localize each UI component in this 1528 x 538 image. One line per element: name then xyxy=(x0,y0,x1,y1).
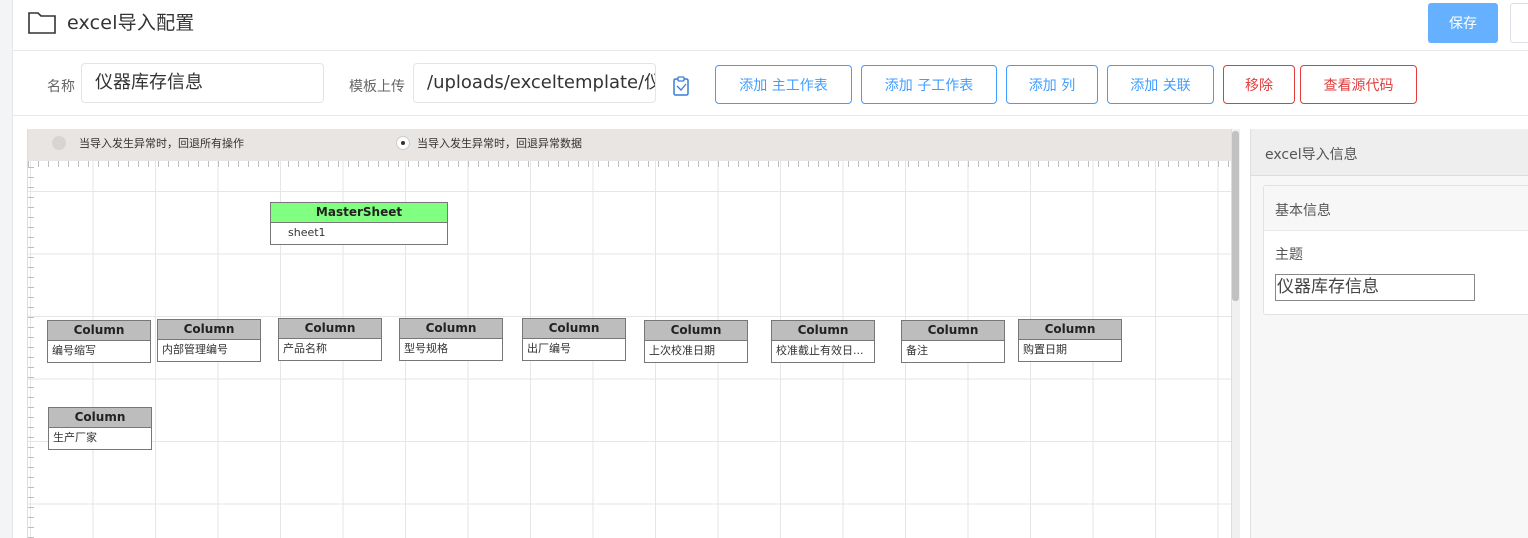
canvas-ruler-top xyxy=(28,161,1231,167)
column-node[interactable]: Column 型号规格 xyxy=(399,318,503,361)
remove-button[interactable]: 移除 xyxy=(1223,65,1295,104)
column-node[interactable]: Column 内部管理编号 xyxy=(157,319,261,362)
panel-title: excel导入信息 xyxy=(1265,147,1358,163)
rollback-error-radio[interactable] xyxy=(396,136,410,150)
column-node-name: 内部管理编号 xyxy=(162,343,228,356)
column-node-header: Column xyxy=(523,319,625,339)
master-sheet-header: MasterSheet xyxy=(271,203,447,223)
rollback-options-bar: 当导入发生异常时，回退所有操作 当导入发生异常时，回退异常数据 xyxy=(28,129,1240,161)
name-input[interactable]: 仪器库存信息 xyxy=(81,63,324,103)
page-header: excel导入配置 保存 xyxy=(12,0,1528,51)
column-node-name: 购置日期 xyxy=(1023,343,1067,356)
rollback-all-radio[interactable] xyxy=(52,136,66,150)
column-node[interactable]: Column 购置日期 xyxy=(1018,319,1122,362)
add-column-button[interactable]: 添加 列 xyxy=(1006,65,1098,104)
page-title: excel导入配置 xyxy=(67,12,195,34)
column-node-name: 备注 xyxy=(906,344,928,357)
column-node-header: Column xyxy=(279,319,381,339)
section-header: 基本信息 xyxy=(1264,186,1528,231)
column-node-header: Column xyxy=(902,321,1004,341)
panel-header: excel导入信息 xyxy=(1251,129,1528,176)
import-info-panel: excel导入信息 基本信息 主题 仪器库存信息 xyxy=(1250,129,1528,538)
column-node[interactable]: Column 备注 xyxy=(901,320,1005,363)
section-title: 基本信息 xyxy=(1275,203,1331,219)
column-node-header: Column xyxy=(645,321,747,341)
save-button[interactable]: 保存 xyxy=(1428,3,1498,43)
more-button[interactable] xyxy=(1510,3,1528,43)
rollback-all-label: 当导入发生异常时，回退所有操作 xyxy=(79,137,244,150)
column-node-header: Column xyxy=(48,321,150,341)
column-node[interactable]: Column 编号缩写 xyxy=(47,320,151,363)
column-node-header: Column xyxy=(772,321,874,341)
add-main-sheet-button[interactable]: 添加 主工作表 xyxy=(715,65,852,104)
column-node-name: 生产厂家 xyxy=(53,431,97,444)
view-source-button[interactable]: 查看源代码 xyxy=(1300,65,1417,104)
diagram-canvas[interactable]: 当导入发生异常时，回退所有操作 当导入发生异常时，回退异常数据 MasterSh… xyxy=(27,129,1240,538)
subject-label: 主题 xyxy=(1275,247,1303,263)
add-relation-button[interactable]: 添加 关联 xyxy=(1107,65,1214,104)
column-node-name: 编号缩写 xyxy=(52,344,96,357)
column-node-header: Column xyxy=(1019,320,1121,340)
canvas-ruler-left xyxy=(28,167,34,538)
name-label: 名称 xyxy=(47,79,75,95)
column-node[interactable]: Column 出厂编号 xyxy=(522,318,626,361)
rollback-error-label: 当导入发生异常时，回退异常数据 xyxy=(417,137,582,150)
folder-icon xyxy=(28,12,56,34)
clipboard-icon[interactable] xyxy=(672,76,690,96)
master-sheet-node[interactable]: MasterSheet sheet1 xyxy=(270,202,448,245)
column-node[interactable]: Column 校准截止有效日... xyxy=(771,320,875,363)
basic-info-section: 基本信息 主题 仪器库存信息 xyxy=(1263,185,1528,315)
column-node[interactable]: Column 产品名称 xyxy=(278,318,382,361)
column-node-header: Column xyxy=(400,319,502,339)
column-node-name: 产品名称 xyxy=(283,342,327,355)
subject-input[interactable]: 仪器库存信息 xyxy=(1275,274,1475,301)
column-node-name: 上次校准日期 xyxy=(649,344,715,357)
column-node-name: 型号规格 xyxy=(404,342,448,355)
template-label: 模板上传 xyxy=(349,79,405,95)
canvas-scrollbar-thumb[interactable] xyxy=(1232,131,1239,301)
add-sub-sheet-button[interactable]: 添加 子工作表 xyxy=(861,65,997,104)
column-node-header: Column xyxy=(158,320,260,340)
column-node[interactable]: Column 生产厂家 xyxy=(48,407,152,450)
template-input[interactable]: /uploads/exceltemplate/仪器库存信息 xyxy=(413,63,656,103)
toolbar: 名称 仪器库存信息 模板上传 /uploads/exceltemplate/仪器… xyxy=(12,51,1528,116)
column-node-header: Column xyxy=(49,408,151,428)
master-sheet-value: sheet1 xyxy=(288,226,326,239)
column-node-name: 出厂编号 xyxy=(527,342,571,355)
column-node[interactable]: Column 上次校准日期 xyxy=(644,320,748,363)
column-node-name: 校准截止有效日... xyxy=(776,344,864,357)
